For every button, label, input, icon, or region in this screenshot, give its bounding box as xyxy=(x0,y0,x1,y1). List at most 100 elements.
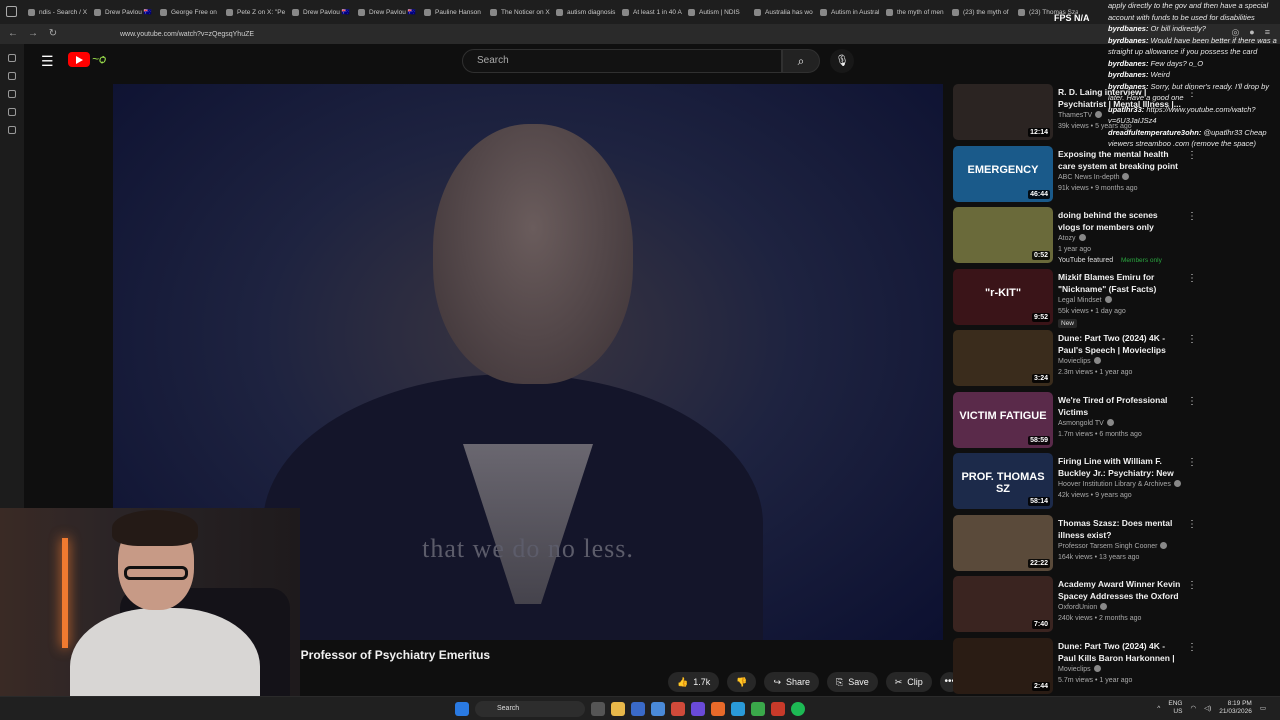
forward-icon[interactable]: → xyxy=(26,27,40,41)
related-video-title[interactable]: Academy Award Winner Kevin Spacey Addres… xyxy=(1058,578,1182,602)
related-video-item[interactable]: 22:22 Thomas Szasz: Does mental illness e… xyxy=(953,514,1198,577)
edge-icon[interactable] xyxy=(731,702,745,716)
browser-tab[interactable]: (23) the myth of xyxy=(946,2,1012,22)
app-icon-4[interactable] xyxy=(751,702,765,716)
tab-actions-icon[interactable] xyxy=(6,6,17,17)
related-video-title[interactable]: Firing Line with William F. Buckley Jr.:… xyxy=(1058,455,1182,479)
video-menu-icon[interactable]: ⋮ xyxy=(1187,580,1197,591)
video-thumbnail[interactable]: 7:40 xyxy=(953,576,1053,632)
app-icon-2[interactable] xyxy=(651,702,665,716)
clip-button[interactable]: ✂ Clip xyxy=(885,672,932,692)
taskbar-search[interactable]: Search xyxy=(475,701,585,717)
related-video-item[interactable]: 7:40 Academy Award Winner Kevin Spacey Ad… xyxy=(953,576,1198,638)
video-thumbnail[interactable]: "r-KIT" 9:52 xyxy=(953,268,1053,325)
chat-username[interactable]: byrdbanes xyxy=(1108,82,1146,91)
channel-name[interactable]: OxfordUnion xyxy=(1058,603,1108,611)
channel-name[interactable]: Professor Tarsem Singh Cooner xyxy=(1058,541,1168,550)
spotify-icon[interactable] xyxy=(791,702,805,716)
browser-tab[interactable]: Drew Pavlou 🇦🇺 xyxy=(286,2,352,22)
chat-username[interactable]: byrdbanes xyxy=(1108,59,1146,68)
sidebar-wallet-icon[interactable] xyxy=(8,90,16,98)
video-menu-icon[interactable]: ⋮ xyxy=(1187,519,1197,530)
related-video-item[interactable]: 2:44 Dune: Part Two (2024) 4K - Paul Kill… xyxy=(953,637,1198,700)
video-menu-icon[interactable]: ⋮ xyxy=(1187,457,1197,468)
channel-name[interactable]: Movieclips xyxy=(1058,357,1101,365)
channel-name[interactable]: ThamesTV xyxy=(1058,111,1103,119)
browser-tab[interactable]: ndis - Search / X xyxy=(22,2,88,22)
chat-username[interactable]: byrdbanes xyxy=(1108,70,1146,79)
wifi-icon[interactable]: ◠ xyxy=(1190,704,1196,712)
related-video-title[interactable]: Dune: Part Two (2024) 4K - Paul Kills Ba… xyxy=(1058,640,1182,664)
browser-tab[interactable]: Pete Z on X: "Pe xyxy=(220,2,286,22)
brave-browser-icon[interactable] xyxy=(671,702,685,716)
back-icon[interactable]: ← xyxy=(6,27,20,41)
browser-tab[interactable]: At least 1 in 40 A xyxy=(616,2,682,22)
microphone-icon[interactable]: 🎙 xyxy=(830,49,854,73)
related-video-item[interactable]: 3:24 Dune: Part Two (2024) 4K - Paul's Sp… xyxy=(953,330,1198,392)
video-thumbnail[interactable]: 22:22 xyxy=(953,514,1053,571)
volume-icon[interactable]: ◁) xyxy=(1204,704,1211,712)
app-icon-1[interactable] xyxy=(631,702,645,716)
video-thumbnail[interactable]: 0:52 xyxy=(953,207,1053,263)
taskbar-clock[interactable]: 8:19 PM 21/03/2026 xyxy=(1219,700,1252,716)
browser-tab[interactable]: George Free on xyxy=(154,2,220,22)
youtube-logo-icon[interactable] xyxy=(68,52,90,67)
language-indicator[interactable]: ENG US xyxy=(1168,700,1182,716)
related-video-title[interactable]: Dune: Part Two (2024) 4K - Paul's Speech… xyxy=(1058,332,1182,356)
chat-username[interactable]: dreadfultemperature3ohn xyxy=(1108,128,1199,137)
task-view-icon[interactable] xyxy=(591,702,605,716)
browser-tab[interactable]: Autism in Austral xyxy=(814,2,880,22)
video-menu-icon[interactable]: ⋮ xyxy=(1187,334,1197,345)
like-button[interactable]: 👍 1.7k xyxy=(668,672,720,692)
video-menu-icon[interactable]: ⋮ xyxy=(1187,396,1197,407)
app-icon-3[interactable] xyxy=(691,702,705,716)
sidebar-ai-icon[interactable] xyxy=(8,72,16,80)
related-video-title[interactable]: Mizkif Blames Emiru for "Nickname" (Fast… xyxy=(1058,271,1182,295)
video-thumbnail[interactable]: PROF. THOMAS SZ 58:14 xyxy=(953,453,1053,509)
channel-name[interactable]: Hoover Institution Library & Archives xyxy=(1058,480,1181,488)
chat-username[interactable]: byrdbanes xyxy=(1108,36,1146,45)
chat-username[interactable]: byrdbanes xyxy=(1108,24,1146,33)
video-thumbnail[interactable]: 2:44 xyxy=(953,637,1053,694)
hamburger-menu-icon[interactable]: ☰ xyxy=(41,54,54,68)
browser-tab[interactable]: Drew Pavlou 🇦🇺 xyxy=(352,2,418,22)
save-button[interactable]: ⎘ Save xyxy=(827,672,878,692)
related-video-item[interactable]: VICTIM FATIGUE 58:59 We're Tired of Profes… xyxy=(953,391,1198,454)
browser-tab[interactable]: Pauline Hanson xyxy=(418,2,484,22)
dislike-button[interactable]: 👎 xyxy=(727,672,757,692)
sidebar-home-icon[interactable] xyxy=(8,54,16,62)
channel-name[interactable]: Asmongold TV xyxy=(1058,418,1114,427)
browser-tab[interactable]: the myth of men xyxy=(880,2,946,22)
browser-tab[interactable]: Autism | NDIS xyxy=(682,2,748,22)
video-thumbnail[interactable]: VICTIM FATIGUE 58:59 xyxy=(953,391,1053,448)
notification-icon[interactable]: ▭ xyxy=(1260,704,1266,712)
channel-name[interactable]: Atozy xyxy=(1058,234,1086,242)
windows-start-icon[interactable] xyxy=(455,702,469,716)
sidebar-bookmark-icon[interactable] xyxy=(8,126,16,134)
video-thumbnail[interactable]: 3:24 xyxy=(953,330,1053,386)
video-thumbnail[interactable]: EMERGENCY 46:44 xyxy=(953,145,1053,202)
related-video-title[interactable]: Thomas Szasz: Does mental illness exist? xyxy=(1058,517,1182,541)
chat-username[interactable]: upatlhr33 xyxy=(1108,105,1142,114)
app-icon-5[interactable] xyxy=(771,702,785,716)
browser-tab[interactable]: Drew Pavlou 🇦🇺 xyxy=(88,2,154,22)
browser-tab[interactable]: Australia has wo xyxy=(748,2,814,22)
browser-tab[interactable]: autism diagnosis xyxy=(550,2,616,22)
related-video-item[interactable]: "r-KIT" 9:52 Mizkif Blames Emiru for "Nick… xyxy=(953,268,1198,331)
reload-icon[interactable]: ↻ xyxy=(46,27,60,41)
url-field[interactable]: www.youtube.com/watch?v=zQegsqYhuZE xyxy=(120,31,254,38)
sidebar-history-icon[interactable] xyxy=(8,108,16,116)
file-explorer-icon[interactable] xyxy=(611,702,625,716)
video-thumbnail[interactable]: 12:14 xyxy=(953,84,1053,140)
channel-name[interactable]: Movieclips xyxy=(1058,664,1101,673)
browser-tab[interactable]: The Noticer on X xyxy=(484,2,550,22)
video-menu-icon[interactable]: ⋮ xyxy=(1187,273,1197,284)
youtube-doodle-logo[interactable]: ~ѻ xyxy=(92,52,122,68)
search-icon[interactable]: ⌕ xyxy=(782,49,820,73)
search-input[interactable]: Search xyxy=(462,49,782,73)
tray-chevron-icon[interactable]: ^ xyxy=(1157,705,1160,712)
channel-name[interactable]: Legal Mindset xyxy=(1058,295,1112,304)
related-video-item[interactable]: PROF. THOMAS SZ 58:14 Firing Line with Wil… xyxy=(953,453,1198,515)
share-button[interactable]: ↪ Share xyxy=(764,672,820,692)
video-menu-icon[interactable]: ⋮ xyxy=(1187,642,1197,653)
